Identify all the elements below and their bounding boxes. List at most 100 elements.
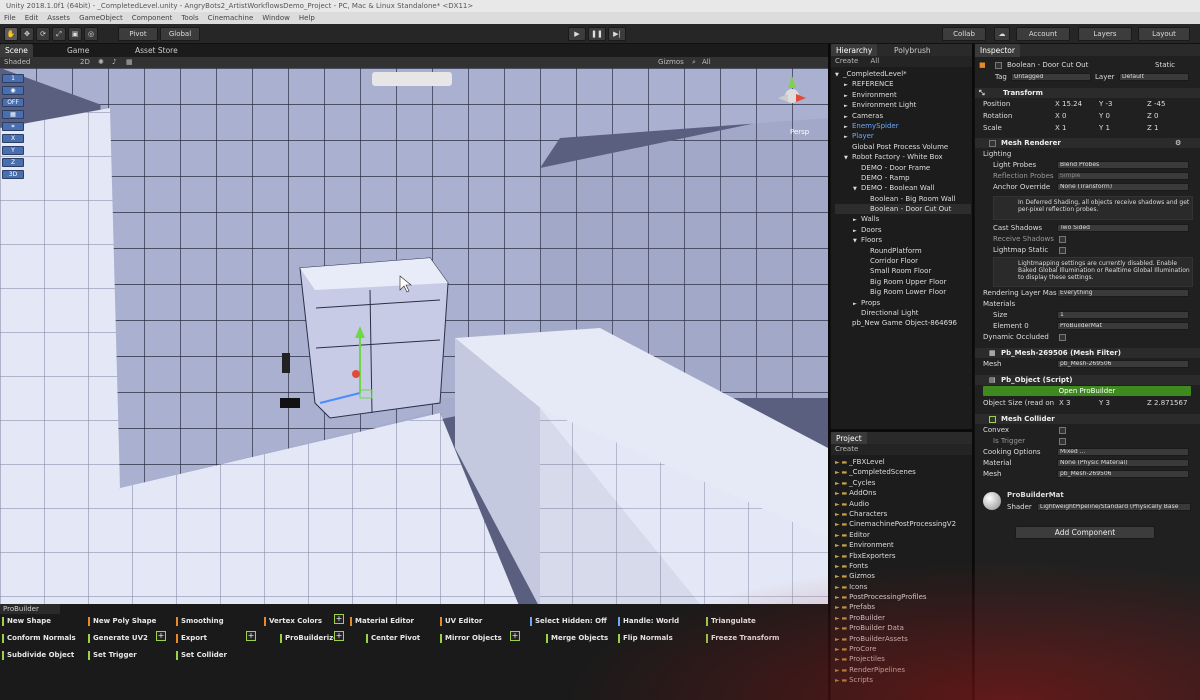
merge-objects-options-icon[interactable]: + [510, 631, 520, 641]
hierarchy-item[interactable]: ► REFERENCE [835, 79, 971, 89]
step-button[interactable]: ▶| [608, 27, 626, 41]
project-folder[interactable]: ► ▬ PostProcessingProfiles [835, 592, 971, 602]
hierarchy-item[interactable]: ► Cameras [835, 111, 971, 121]
hierarchy-item[interactable]: ► Environment Light [835, 100, 971, 110]
collider-mesh-field[interactable]: pb_Mesh-269506 [1057, 470, 1189, 478]
tab-inspector[interactable]: Inspector [975, 44, 1020, 57]
hierarchy-item[interactable]: Big Room Upper Floor [835, 277, 971, 287]
probuilder-tool-off[interactable]: OFF [2, 98, 24, 107]
mesh-collider-enabled-checkbox[interactable] [989, 415, 996, 423]
project-folder[interactable]: ► ▬ _Cycles [835, 478, 971, 488]
rotation-z[interactable]: Z 0 [1147, 111, 1158, 121]
shading-mode-dropdown[interactable]: Shaded [4, 58, 30, 66]
probuilder-action-button[interactable]: Merge Objects [546, 633, 608, 644]
hierarchy-item[interactable]: DEMO - Door Frame [835, 163, 971, 173]
hierarchy-search-input[interactable]: All [871, 57, 880, 65]
cast-shadows-dropdown[interactable]: Two Sided [1057, 224, 1189, 232]
probuilder-action-button[interactable]: Handle: World [618, 616, 679, 627]
probuilder-action-button[interactable]: Export [176, 633, 207, 644]
hierarchy-item[interactable]: pb_New Game Object-864696 [835, 318, 971, 328]
convex-checkbox[interactable] [1059, 426, 1066, 434]
tag-dropdown[interactable]: Untagged [1011, 73, 1091, 81]
probuilder-action-button[interactable]: Freeze Transform [706, 633, 779, 644]
rect-tool-icon[interactable]: ▣ [68, 27, 82, 41]
rotate-tool-icon[interactable]: ⟳ [36, 27, 50, 41]
probuilder-action-button[interactable]: Select Hidden: Off [530, 616, 607, 627]
hand-tool-icon[interactable]: ✋ [4, 27, 18, 41]
foldout-arrow-icon[interactable]: ▼ [853, 184, 861, 194]
play-button[interactable]: ▶ [568, 27, 586, 41]
position-z[interactable]: Z -45 [1147, 99, 1165, 109]
project-folder[interactable]: ► ▬ FbxExporters [835, 551, 971, 561]
hierarchy-item[interactable]: Boolean - Door Cut Out [835, 204, 971, 215]
probuilderize-options-icon[interactable]: + [246, 631, 256, 641]
mesh-filter-mesh-field[interactable]: pb_Mesh-269506 [1057, 360, 1189, 368]
probuilder-action-button[interactable]: Material Editor [350, 616, 414, 627]
cooking-options-dropdown[interactable]: Mixed ... [1057, 448, 1189, 456]
menu-item-tools[interactable]: Tools [181, 14, 198, 22]
2d-toggle[interactable]: 2D [80, 58, 90, 66]
project-folder[interactable]: ► ▬ RenderPipelines [835, 665, 971, 675]
rendering-layer-dropdown[interactable]: Everything [1057, 289, 1189, 297]
hierarchy-item[interactable]: RoundPlatform [835, 246, 971, 256]
project-folder[interactable]: ► ▬ Scripts [835, 675, 971, 685]
material-editor-options-icon[interactable]: + [334, 614, 344, 624]
mesh-renderer-enabled-checkbox[interactable] [989, 139, 996, 147]
probuilder-action-button[interactable]: New Shape [2, 616, 51, 627]
position-y[interactable]: Y -3 [1099, 99, 1112, 109]
transform-tool-icon[interactable]: ◎ [84, 27, 98, 41]
reflection-probes-dropdown[interactable]: Simple [1057, 172, 1189, 180]
effects-toggle-icon[interactable]: ▦ [126, 58, 133, 66]
probuilder-action-button[interactable]: ProBuilderize [280, 633, 338, 644]
is-trigger-checkbox[interactable] [1059, 437, 1066, 445]
receive-shadows-checkbox[interactable] [1059, 235, 1066, 243]
audio-toggle-icon[interactable]: ♪ [112, 58, 116, 66]
menu-item-help[interactable]: Help [299, 14, 315, 22]
materials-size-field[interactable]: 1 [1057, 311, 1189, 319]
project-folder[interactable]: ► ▬ Icons [835, 582, 971, 592]
probuilder-action-button[interactable]: Mirror Objects [440, 633, 502, 644]
transform-header[interactable]: Transform [1003, 88, 1043, 98]
account-dropdown[interactable]: Account [1016, 27, 1070, 41]
cloud-icon[interactable]: ☁ [994, 27, 1010, 41]
hierarchy-item[interactable]: ▼ Robot Factory - White Box [835, 152, 971, 162]
menu-item-window[interactable]: Window [262, 14, 290, 22]
visibility-icon[interactable]: ◉ [2, 86, 24, 95]
menu-item-edit[interactable]: Edit [25, 14, 39, 22]
lighting-toggle-icon[interactable]: ✺ [98, 58, 104, 66]
probuilder-action-button[interactable]: New Poly Shape [88, 616, 156, 627]
project-folder[interactable]: ► ▬ Gizmos [835, 571, 971, 581]
menu-item-cinemachine[interactable]: Cinemachine [208, 14, 254, 22]
hierarchy-item[interactable]: ▼ _CompletedLevel* [835, 69, 971, 79]
lightmap-static-checkbox[interactable] [1059, 246, 1066, 254]
probuilder-action-button[interactable]: Center Pivot [366, 633, 420, 644]
project-folder[interactable]: ► ▬ Environment [835, 540, 971, 550]
object-name-field[interactable]: Boolean - Door Cut Out [1007, 60, 1088, 70]
scene-search-icon[interactable]: ⌕ [692, 58, 696, 67]
element0-field[interactable]: ProBuilderMat [1057, 322, 1189, 330]
probuilder-action-button[interactable]: UV Editor [440, 616, 482, 627]
mesh-collider-header[interactable]: Mesh Collider [1001, 414, 1055, 424]
probuilder-action-button[interactable]: Vertex Colors [264, 616, 322, 627]
project-folder[interactable]: ► ▬ Editor [835, 530, 971, 540]
probuilder-tool-x[interactable]: X [2, 134, 24, 143]
open-probuilder-button[interactable]: Open ProBuilder [983, 386, 1191, 396]
position-x[interactable]: X 15.24 [1055, 99, 1082, 109]
tab-asset-store[interactable]: Asset Store [130, 44, 183, 57]
hierarchy-item[interactable]: Corridor Floor [835, 256, 971, 266]
probuilder-action-button[interactable]: Smoothing [176, 616, 224, 627]
project-folder[interactable]: ► ▬ _CompletedScenes [835, 467, 971, 477]
center-pivot-options-icon[interactable]: + [334, 631, 344, 641]
foldout-arrow-icon[interactable]: ▼ [844, 153, 852, 163]
hierarchy-item[interactable]: DEMO - Ramp [835, 173, 971, 183]
probuilder-tool-1[interactable]: 1 [2, 74, 24, 83]
component-settings-icon[interactable]: ⚙ [1175, 138, 1181, 148]
scene-viewport[interactable]: Persp 1 ◉ OFF ▦ ⌗ X Y Z 3D [0, 68, 828, 604]
probuilder-tool-3d[interactable]: 3D [2, 170, 24, 179]
hierarchy-item[interactable]: ▼ DEMO - Boolean Wall [835, 183, 971, 193]
project-folder[interactable]: ► ▬ ProBuilder Data [835, 623, 971, 633]
lighting-foldout[interactable]: Lighting [983, 149, 1011, 159]
hierarchy-create-button[interactable]: Create [835, 57, 858, 65]
shader-dropdown[interactable]: LightweightPipeline/Standard (Physically… [1037, 503, 1191, 511]
project-folder[interactable]: ► ▬ CinemachinePostProcessingV2 [835, 519, 971, 529]
